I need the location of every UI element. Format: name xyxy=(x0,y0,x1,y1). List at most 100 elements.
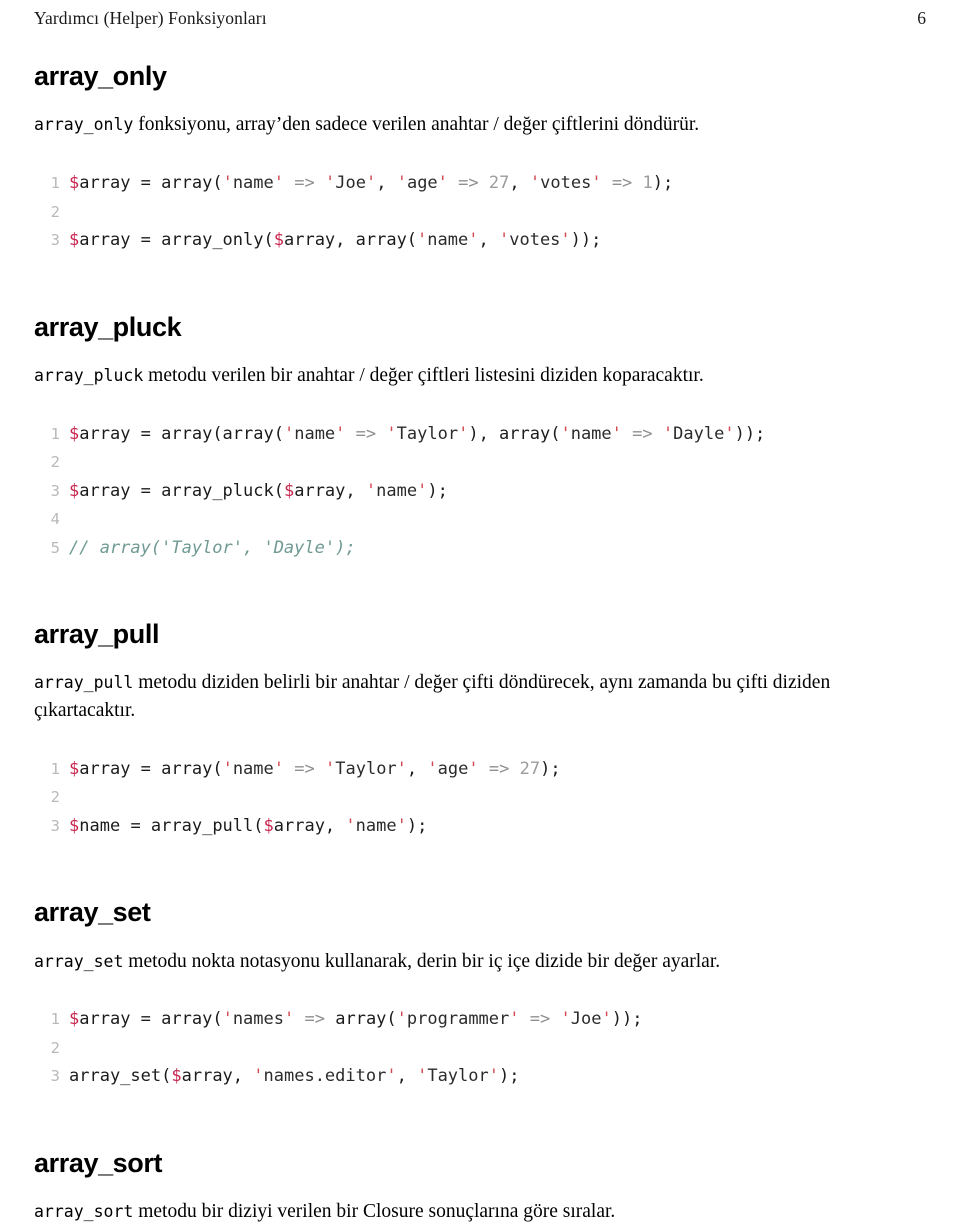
code-line-number: 3 xyxy=(50,816,60,835)
section-description-array-pluck: array_pluck metodu verilen bir anahtar /… xyxy=(34,362,926,390)
code-token-plain: , xyxy=(406,758,428,779)
code-token-op: => xyxy=(611,173,633,194)
code-token-quote: ' xyxy=(724,423,735,444)
code-token-plain: , xyxy=(376,173,397,194)
section-heading-array-pluck: array_pluck xyxy=(34,311,182,342)
inline-code-array-pluck: array_pluck xyxy=(34,365,144,385)
code-token-plain: , xyxy=(396,1066,418,1087)
code-token-plain: array( xyxy=(335,1009,397,1030)
code-line-number: 1 xyxy=(50,759,60,778)
inline-code-array-sort: array_sort xyxy=(34,1202,134,1222)
code-token-num: 1 xyxy=(642,173,653,194)
code-token-var: $ xyxy=(69,758,80,779)
code-token-op: => xyxy=(304,1009,325,1030)
code-token-quote: ' xyxy=(222,1009,233,1030)
code-token-plain: array, array( xyxy=(283,230,418,251)
code-token-plain: ); xyxy=(540,758,561,779)
section-description-text: metodu nokta notasyonu kullanarak, derin… xyxy=(123,950,721,972)
code-token-quote: ' xyxy=(386,423,397,444)
code-token-quote: ' xyxy=(396,173,407,194)
inline-code-array-set: array_set xyxy=(34,951,124,971)
code-token-num: 27 xyxy=(519,758,541,779)
code-token-plain: = array( xyxy=(140,1009,223,1030)
section-heading-array-pull: array_pull xyxy=(34,619,160,650)
section-description-array-set: array_set metodu nokta notasyonu kullana… xyxy=(34,948,926,976)
code-line-number: 3 xyxy=(50,481,60,500)
code-token-quote: ' xyxy=(386,1066,397,1087)
code-token-quote: ' xyxy=(396,815,407,836)
code-token-plain: ); xyxy=(427,480,448,501)
code-token-str: votes xyxy=(540,173,592,194)
code-token-quote: ' xyxy=(365,480,377,501)
code-line-number: 1 xyxy=(50,1010,60,1029)
code-token-str: Joe xyxy=(570,1009,602,1030)
code-line-number: 5 xyxy=(50,538,60,557)
code-token-str: name xyxy=(376,480,418,501)
code-token-str: name xyxy=(294,423,336,444)
section-description-array-only: array_only fonksiyonu, array’den sadece … xyxy=(34,111,926,139)
code-line: 1 $array = array('name' => 'Taylor', 'age… xyxy=(34,755,926,784)
code-token-quote: ' xyxy=(365,173,377,194)
code-token-quote: ' xyxy=(417,230,428,251)
code-line: 5 // array('Taylor', 'Dayle'); xyxy=(34,534,926,563)
code-token-var: $ xyxy=(69,1009,80,1030)
code-token-quote: ' xyxy=(468,758,479,779)
code-token-plain: , xyxy=(478,230,499,251)
page-number: 6 xyxy=(917,8,926,28)
code-line: 2 xyxy=(34,198,926,227)
code-token-var: $ xyxy=(263,815,274,836)
code-line-content: $array = array_pluck($array, 'name'); xyxy=(60,477,448,506)
code-token-plain: = array_only( xyxy=(140,230,274,251)
inline-code-array-only: array_only xyxy=(34,115,134,135)
code-token-str: names xyxy=(232,1009,284,1030)
code-token-op: => xyxy=(294,758,315,779)
code-token-quote: ' xyxy=(222,173,233,194)
code-token-quote: ' xyxy=(284,1009,295,1030)
section-description-text: fonksiyonu, array’den sadece verilen ana… xyxy=(133,114,700,136)
code-token-quote: ' xyxy=(458,423,469,444)
code-token-plain: array_set( xyxy=(69,1066,172,1087)
section-heading-array-sort: array_sort xyxy=(34,1147,163,1178)
code-token-quote: ' xyxy=(560,230,571,251)
code-token-plain: , xyxy=(509,173,530,194)
code-token-plain: )); xyxy=(570,230,602,251)
code-token-quote: ' xyxy=(591,173,602,194)
code-token-str: name xyxy=(570,423,612,444)
code-line: 3 $array = array_pluck($array, 'name'); xyxy=(34,477,926,506)
code-line: 2 xyxy=(34,783,926,812)
code-token-plain: array xyxy=(79,480,141,501)
code-token-var: $ xyxy=(69,230,80,251)
code-line-content: $array = array('name' => 'Joe', 'age' =>… xyxy=(60,169,673,198)
code-token-var: $ xyxy=(69,423,80,444)
document-page: Yardımcı (Helper) Fonksiyonları 6 array_… xyxy=(0,0,960,1226)
code-token-var: $ xyxy=(69,815,80,836)
code-line: 3 $array = array_only($array, array('name… xyxy=(34,226,926,255)
section-heading-array-set: array_set xyxy=(34,897,151,928)
code-line: 3 $name = array_pull($array, 'name'); xyxy=(34,812,926,841)
code-token-quote: ' xyxy=(611,423,622,444)
code-listing-array-only: 1 $array = array('name' => 'Joe', 'age' =… xyxy=(34,169,926,255)
code-line-content: $array = array_only($array, array('name'… xyxy=(60,226,601,255)
code-token-quote: ' xyxy=(273,173,285,194)
code-line-number: 2 xyxy=(50,453,60,472)
code-token-quote: ' xyxy=(427,758,438,779)
